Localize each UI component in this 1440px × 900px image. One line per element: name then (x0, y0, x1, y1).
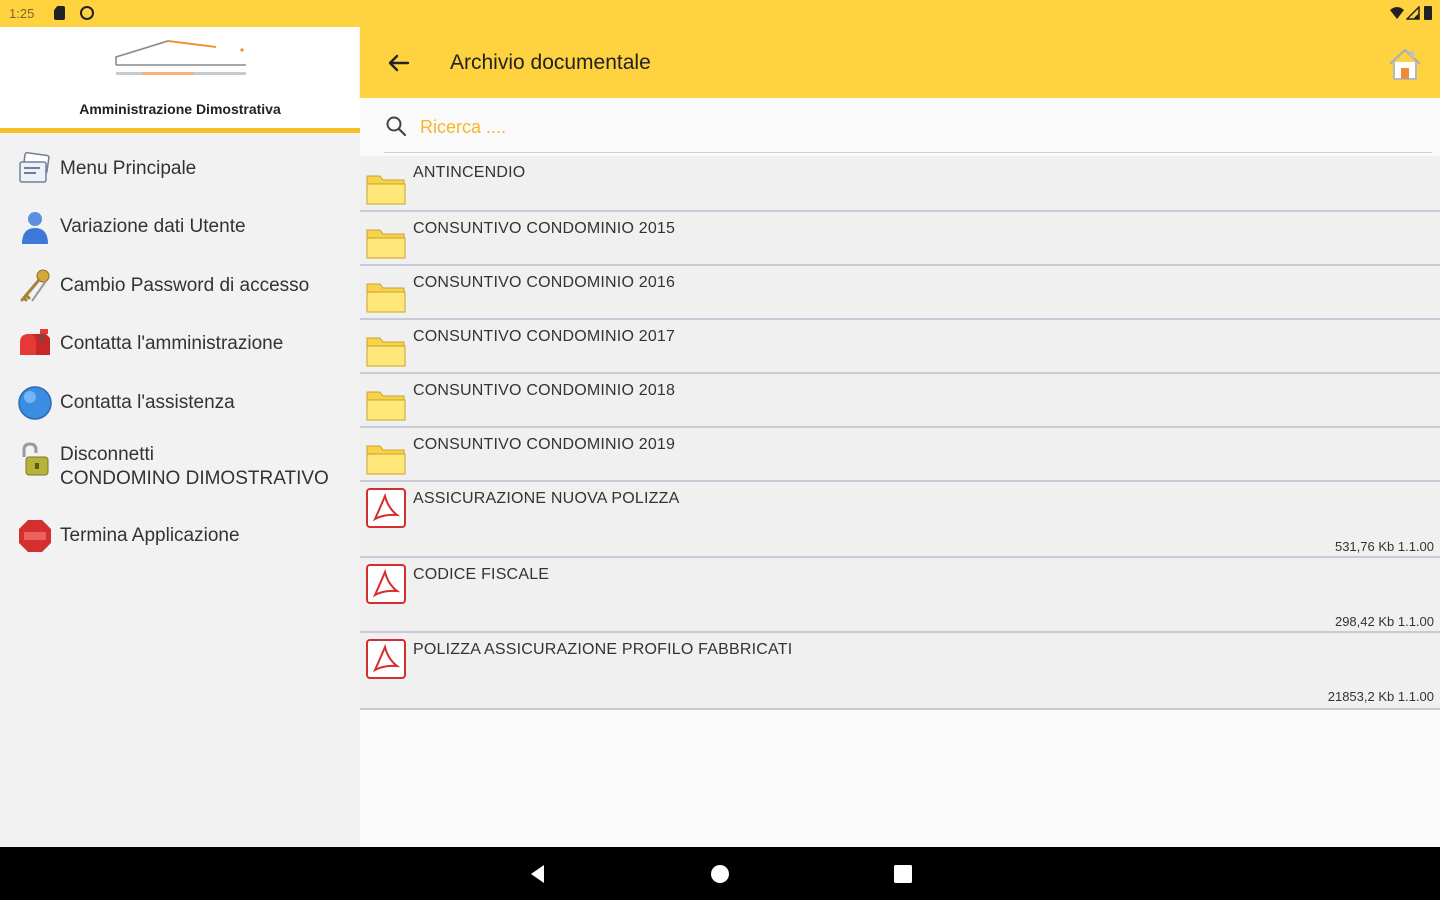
document-size-version: 531,76 Kb 1.1.00 (1334, 539, 1434, 554)
menu-item-exit-app[interactable]: Termina Applicazione (0, 511, 360, 561)
folder-icon (366, 391, 406, 421)
document-name: CONSUNTIVO CONDOMINIO 2015 (413, 220, 676, 237)
user-icon (16, 208, 54, 246)
pdf-file-icon (366, 639, 406, 679)
disconnect-label: Disconnetti (60, 444, 154, 465)
menu-item-label: Variazione dati Utente (60, 216, 246, 237)
document-name: POLIZZA ASSICURAZIONE PROFILO FABBRICATI (413, 641, 793, 658)
nav-home-icon[interactable] (709, 863, 731, 885)
menu-item-label: Termina Applicazione (60, 525, 240, 546)
battery-icon (1424, 6, 1432, 20)
folder-row[interactable]: CONSUNTIVO CONDOMINIO 2017 (360, 320, 1440, 374)
search-underline (384, 152, 1432, 153)
search-input[interactable] (420, 112, 1020, 142)
document-name: CONSUNTIVO CONDOMINIO 2018 (413, 382, 676, 399)
back-arrow-icon[interactable] (382, 47, 414, 79)
menu-item-label: Disconnetti CONDOMINO DIMOSTRATIVO (60, 443, 329, 491)
menu-item-label: Cambio Password di accesso (60, 275, 310, 296)
document-size-version: 298,42 Kb 1.1.00 (1334, 614, 1434, 629)
menu-item-disconnect[interactable]: Disconnetti CONDOMINO DIMOSTRATIVO (0, 437, 360, 499)
folder-row[interactable]: CONSUNTIVO CONDOMINIO 2019 (360, 428, 1440, 482)
folder-icon (366, 175, 406, 205)
menu-item-user-data[interactable]: Variazione dati Utente (0, 202, 360, 252)
document-name: CONSUNTIVO CONDOMINIO 2017 (413, 328, 676, 345)
menu-item-contact-support[interactable]: Contatta l'assistenza (0, 378, 360, 428)
page-title: Archivio documentale (450, 51, 651, 74)
folder-row[interactable]: CONSUNTIVO CONDOMINIO 2015 (360, 212, 1440, 266)
menu-cards-icon (16, 150, 54, 188)
status-bar: 1:25 (0, 0, 1440, 27)
document-name: ASSICURAZIONE NUOVA POLIZZA (413, 490, 680, 507)
pdf-row[interactable]: CODICE FISCALE 298,42 Kb 1.1.00 (360, 558, 1440, 633)
system-navigation-bar (0, 847, 1440, 900)
app-screen: 1:25 Amministrazione Dimostrativa Menu P… (0, 0, 1440, 900)
folder-icon (366, 337, 406, 367)
pdf-file-icon (366, 488, 406, 528)
status-time: 1:25 (9, 6, 35, 21)
document-name: ANTINCENDIO (413, 164, 526, 181)
folder-icon (366, 283, 406, 313)
padlock-open-icon (16, 441, 54, 479)
document-name: CODICE FISCALE (413, 566, 550, 583)
folder-icon (366, 229, 406, 259)
key-icon (16, 267, 54, 305)
pdf-file-icon (366, 564, 406, 604)
folder-row[interactable]: ANTINCENDIO (360, 156, 1440, 212)
menu-item-label: Contatta l'amministrazione (60, 333, 284, 354)
document-archive: ANTINCENDIO CONSUNTIVO CONDOMINIO 2015 C… (360, 98, 1440, 847)
search-bar (360, 98, 1440, 156)
menu-item-label: Contatta l'assistenza (60, 392, 235, 413)
disconnect-user-label: CONDOMINO DIMOSTRATIVO (60, 468, 329, 489)
navigation-drawer: Amministrazione Dimostrativa Menu Princi… (0, 27, 360, 847)
document-size-version: 21853,2 Kb 1.1.00 (1327, 689, 1434, 704)
folder-row[interactable]: CONSUNTIVO CONDOMINIO 2016 (360, 266, 1440, 320)
organization-name: Amministrazione Dimostrativa (79, 101, 281, 117)
menu-item-contact-administration[interactable]: Contatta l'amministrazione (0, 319, 360, 369)
menu-item-change-password[interactable]: Cambio Password di accesso (0, 261, 360, 311)
pdf-row[interactable]: POLIZZA ASSICURAZIONE PROFILO FABBRICATI… (360, 633, 1440, 710)
drawer-header: Amministrazione Dimostrativa (0, 27, 360, 133)
folder-row[interactable]: CONSUNTIVO CONDOMINIO 2018 (360, 374, 1440, 428)
pdf-row[interactable]: ASSICURAZIONE NUOVA POLIZZA 531,76 Kb 1.… (360, 482, 1440, 558)
document-name: CONSUNTIVO CONDOMINIO 2016 (413, 274, 676, 291)
company-logo (115, 40, 246, 75)
mailbox-icon (16, 325, 54, 363)
document-name: CONSUNTIVO CONDOMINIO 2019 (413, 436, 676, 453)
menu-item-label: Menu Principale (60, 158, 197, 179)
menu-item-main-menu[interactable]: Menu Principale (0, 144, 360, 194)
sd-card-icon (54, 6, 65, 20)
nav-recents-icon[interactable] (892, 863, 914, 885)
help-globe-icon (16, 384, 54, 422)
home-icon[interactable] (1386, 45, 1424, 83)
search-icon (386, 116, 407, 137)
app-bar: Archivio documentale (360, 27, 1440, 98)
signal-icon (1406, 6, 1420, 20)
stop-sign-icon (16, 517, 54, 555)
nav-back-icon[interactable] (527, 863, 549, 885)
data-saver-icon (80, 6, 94, 20)
wifi-icon (1390, 7, 1404, 19)
folder-icon (366, 445, 406, 475)
